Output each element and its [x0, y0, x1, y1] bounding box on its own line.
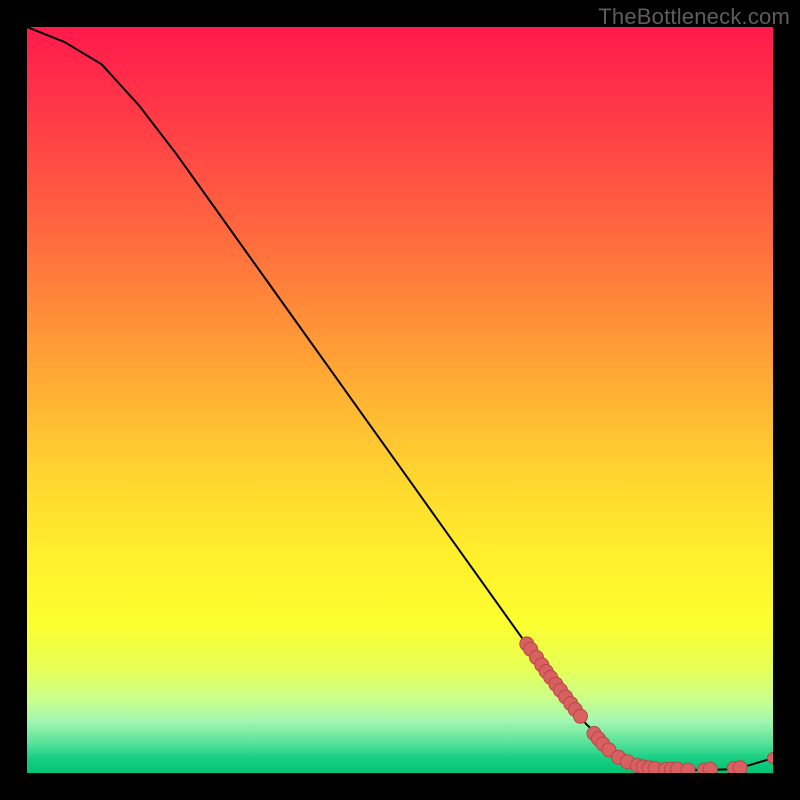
data-point — [574, 709, 588, 723]
chart-root: TheBottleneck.com — [0, 0, 800, 800]
cluster-points-group — [520, 637, 773, 773]
data-point — [768, 753, 774, 764]
data-point — [733, 761, 747, 773]
data-point — [681, 763, 695, 773]
chart-svg — [27, 27, 773, 773]
curve-line — [27, 27, 773, 770]
data-point — [703, 762, 717, 773]
plot-area — [27, 27, 773, 773]
